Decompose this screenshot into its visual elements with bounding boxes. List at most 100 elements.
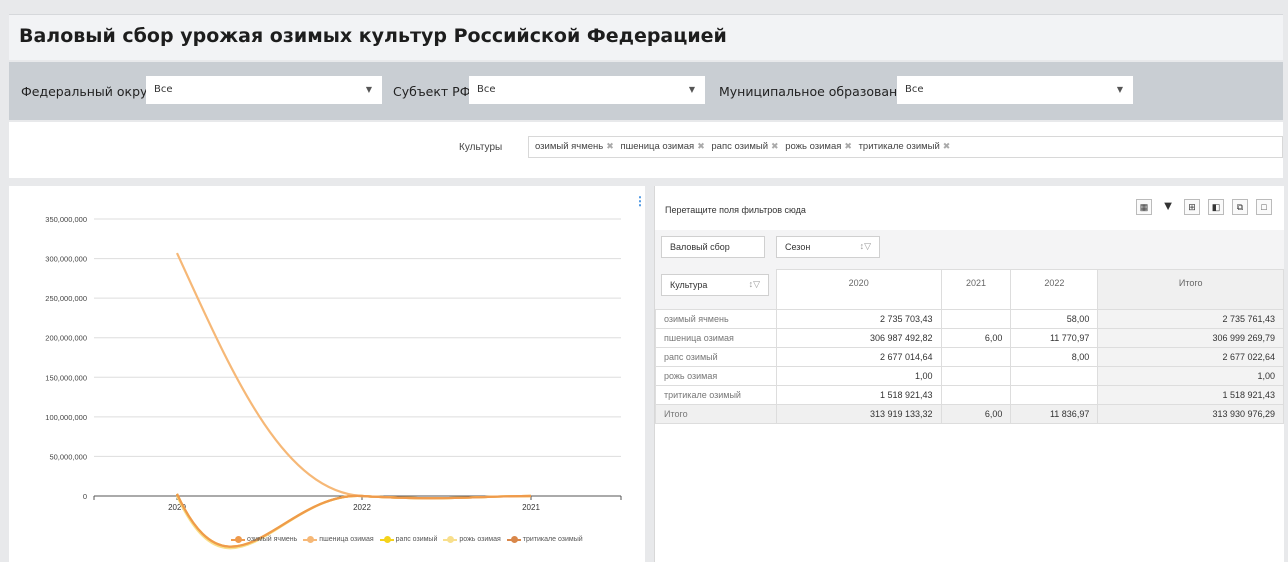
table-cell[interactable]: 58,00 xyxy=(1010,309,1099,329)
row-header[interactable]: пшеница озимая xyxy=(655,328,777,348)
table-cell[interactable]: 11 836,97 xyxy=(1010,404,1099,424)
cultures-label: Культуры xyxy=(459,142,503,153)
sort-filter-icon: ↕▽ xyxy=(859,241,871,251)
table-cell[interactable] xyxy=(1010,366,1099,386)
table-cell[interactable]: 8,00 xyxy=(1010,347,1099,367)
culture-tag[interactable]: рожь озимая ✖ xyxy=(785,141,852,152)
culture-tag[interactable]: озимый ячмень ✖ xyxy=(535,141,614,152)
cultures-tag-input[interactable]: озимый ячмень ✖ пшеница озимая ✖ рапс озим… xyxy=(528,136,1283,158)
filter-bar: Федеральный округ Все ▼ Субъект РФ Все ▼… xyxy=(9,62,1283,120)
y-tick-label: 250,000,000 xyxy=(45,294,87,303)
row-header[interactable]: Итого xyxy=(655,404,777,424)
row-header[interactable]: рапс озимый xyxy=(655,347,777,367)
column-header[interactable]: 2021 xyxy=(940,269,1012,310)
legend-item[interactable]: пшеница озимая xyxy=(303,535,374,543)
y-tick-label: 150,000,000 xyxy=(45,373,87,382)
table-cell[interactable]: 1 518 921,43 xyxy=(775,385,942,405)
subject-select[interactable]: Все ▼ xyxy=(469,76,705,104)
chart-panel: 0 50,000,000 100,000,000 150,000,000 200,000… xyxy=(9,186,646,562)
fields-icon[interactable]: ▦ xyxy=(1136,199,1152,215)
table-row: Итого 313 919 133,32 6,00 11 836,97 313 930 … xyxy=(655,404,1284,424)
column-header[interactable]: 2020 xyxy=(775,269,942,310)
format-icon[interactable]: ⊞ xyxy=(1184,199,1200,215)
season-field-pill[interactable]: Сезон ↕▽ xyxy=(776,236,880,258)
drop-hint: Перетащите поля фильтров сюда xyxy=(665,205,806,215)
pivot-table: 2020 2021 2022 Итого озимый ячмень 2 735 703,… xyxy=(655,269,1284,424)
table-row: тритикале озимый 1 518 921,43 1 518 921,43 xyxy=(655,385,1284,405)
table-cell[interactable] xyxy=(1010,385,1099,405)
cultures-filter: Культуры озимый ячмень ✖ пшеница озимая ✖ … xyxy=(9,122,1283,178)
legend-marker-icon xyxy=(231,535,245,543)
table-cell[interactable]: 1 518 921,43 xyxy=(1097,385,1284,405)
chart-menu-icon[interactable]: ⋮ xyxy=(634,194,646,208)
table-cell[interactable]: 2 735 761,43 xyxy=(1097,309,1284,329)
y-tick-label: 350,000,000 xyxy=(45,215,87,224)
x-tick-label: 2022 xyxy=(353,503,371,512)
remove-tag-icon: ✖ xyxy=(844,141,852,151)
y-tick-label: 0 xyxy=(83,492,87,501)
legend-item[interactable]: тритикале озимый xyxy=(506,535,583,543)
table-cell[interactable]: 306 999 269,79 xyxy=(1097,328,1284,348)
table-cell[interactable] xyxy=(940,366,1012,386)
header: Валовый сбор урожая озимых культур Росси… xyxy=(9,14,1283,60)
table-cell[interactable] xyxy=(940,347,1012,367)
legend-marker-icon xyxy=(303,535,318,543)
table-cell[interactable]: 1,00 xyxy=(1097,366,1284,386)
y-tick-label: 300,000,000 xyxy=(45,255,87,264)
line-chart: 0 50,000,000 100,000,000 150,000,000 200,000… xyxy=(45,215,622,550)
dropdown-caret-icon: ▼ xyxy=(688,85,695,94)
fullscreen-icon[interactable]: □ xyxy=(1256,199,1272,215)
row-header[interactable]: озимый ячмень xyxy=(655,309,777,329)
table-cell[interactable]: 6,00 xyxy=(940,328,1012,348)
culture-tag[interactable]: рапс озимый ✖ xyxy=(711,141,778,152)
remove-tag-icon: ✖ xyxy=(942,141,951,151)
table-cell[interactable] xyxy=(940,385,1012,405)
culture-tag[interactable]: пшеница озимая ✖ xyxy=(620,141,704,152)
export-icon[interactable]: ⧉ xyxy=(1232,199,1248,215)
table-cell[interactable]: 2 735 703,43 xyxy=(775,309,942,329)
municipal-select[interactable]: Все ▼ xyxy=(897,76,1133,104)
remove-tag-icon: ✖ xyxy=(771,141,779,151)
y-tick-label: 50,000,000 xyxy=(49,452,87,461)
series-line xyxy=(176,252,532,500)
table-cell[interactable]: 2 677 014,64 xyxy=(775,347,942,367)
column-header[interactable]: Итого xyxy=(1097,269,1284,310)
table-row: озимый ячмень 2 735 703,43 58,00 2 735 761,… xyxy=(655,309,1284,329)
y-tick-label: 200,000,000 xyxy=(45,334,87,343)
legend-marker-icon xyxy=(506,535,521,543)
x-tick-label: 2021 xyxy=(522,503,540,512)
federal-district-select[interactable]: Все ▼ xyxy=(146,76,382,104)
subject-label: Субъект РФ xyxy=(393,84,471,99)
table-cell[interactable]: 306 987 492,82 xyxy=(775,328,942,348)
legend-item[interactable]: озимый ячмень xyxy=(231,535,297,543)
filter-drop-area[interactable]: Перетащите поля фильтров сюда ▦ ▼ ⊞ ◧ ⧉ … xyxy=(655,186,1284,231)
table-cell[interactable]: 11 770,97 xyxy=(1010,328,1099,348)
y-tick-label: 100,000,000 xyxy=(45,413,87,422)
table-row: пшеница озимая 306 987 492,82 6,00 11 770,9… xyxy=(655,328,1284,348)
table-cell[interactable]: 2 677 022,64 xyxy=(1097,347,1284,367)
options-icon[interactable]: ◧ xyxy=(1208,199,1224,215)
row-header[interactable]: тритикале озимый xyxy=(655,385,777,405)
legend-marker-icon xyxy=(443,535,458,543)
dropdown-caret-icon: ▼ xyxy=(365,85,372,94)
chart-legend: озимый ячмень пшеница озимая рапс озимый ро… xyxy=(231,535,583,543)
table-cell[interactable]: 313 919 133,32 xyxy=(775,404,942,424)
column-header[interactable]: 2022 xyxy=(1010,269,1099,310)
remove-tag-icon: ✖ xyxy=(606,141,614,151)
page-title: Валовый сбор урожая озимых культур Росси… xyxy=(19,25,727,47)
table-row: рапс озимый 2 677 014,64 8,00 2 677 022,64 xyxy=(655,347,1284,367)
table-cell[interactable]: 6,00 xyxy=(940,404,1012,424)
municipal-label: Муниципальное образование xyxy=(719,84,914,99)
table-cell[interactable]: 1,00 xyxy=(775,366,942,386)
row-header[interactable]: рожь озимая xyxy=(655,366,777,386)
legend-item[interactable]: рапс озимый xyxy=(379,535,437,543)
table-cell[interactable]: 313 930 976,29 xyxy=(1097,404,1284,424)
legend-item[interactable]: рожь озимая xyxy=(443,535,501,543)
dropdown-caret-icon: ▼ xyxy=(1116,85,1123,94)
remove-tag-icon: ✖ xyxy=(697,141,705,151)
culture-tag[interactable]: тритикале озимый ✖ xyxy=(859,141,951,152)
table-cell[interactable] xyxy=(940,309,1012,329)
filter-icon[interactable]: ▼ xyxy=(1160,199,1176,215)
measure-pill[interactable]: Валовый сбор xyxy=(661,236,765,258)
legend-marker-icon xyxy=(379,535,394,543)
